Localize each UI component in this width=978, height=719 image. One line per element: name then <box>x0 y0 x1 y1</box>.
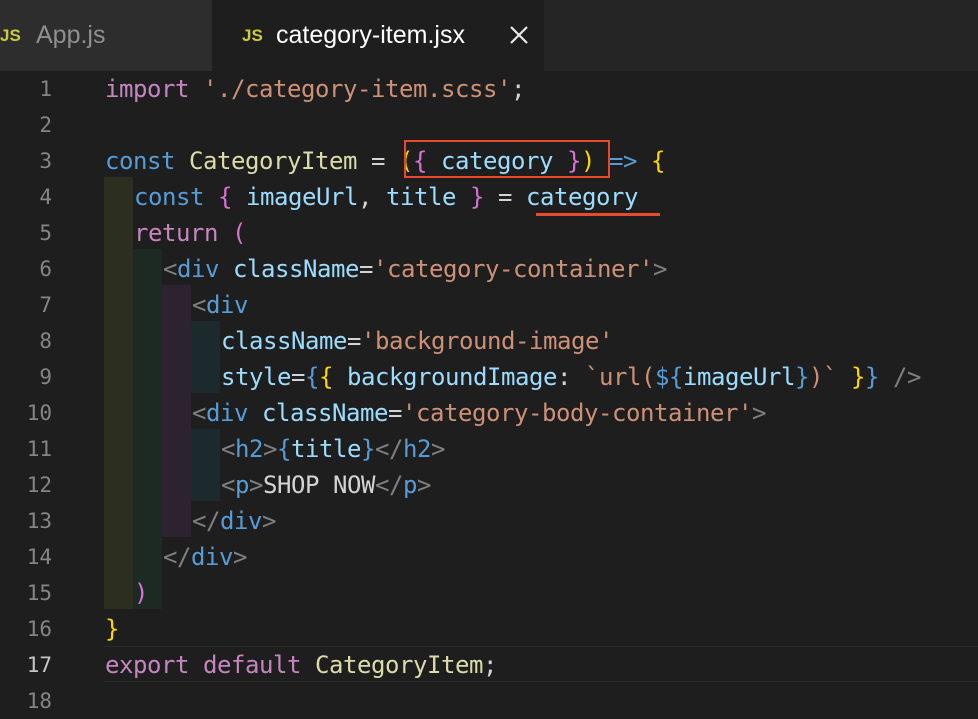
code-line[interactable]: 12 <p>SHOP NOW</p> <box>0 467 978 503</box>
code-line[interactable]: 5 return ( <box>0 215 978 251</box>
code-editor[interactable]: 1 import './category-item.scss'; 2 3 con… <box>0 71 978 713</box>
code-line[interactable]: 6 <div className='category-container'> <box>0 251 978 287</box>
line-number: 8 <box>39 329 52 353</box>
code-line[interactable]: 17 export default CategoryItem; <box>0 647 978 683</box>
code-text: <div className='category-body-container'… <box>192 399 766 427</box>
tab-label: category-item.jsx <box>276 21 465 49</box>
tab-label: App.js <box>36 21 106 49</box>
code-text: } <box>105 615 119 643</box>
line-number: 6 <box>39 257 52 281</box>
javascript-file-icon: JS <box>242 25 263 45</box>
line-number: 4 <box>39 185 52 209</box>
code-text: return ( <box>134 219 246 247</box>
line-number: 12 <box>26 473 52 497</box>
code-line[interactable]: 18 <box>0 683 978 719</box>
code-text: </div> <box>163 543 247 571</box>
code-line[interactable]: 16 } <box>0 611 978 647</box>
line-number: 15 <box>26 581 52 605</box>
code-line[interactable]: 10 <div className='category-body-contain… <box>0 395 978 431</box>
code-text: const { imageUrl, title } = category <box>134 183 638 211</box>
code-line[interactable]: 13 </div> <box>0 503 978 539</box>
code-line[interactable]: 1 import './category-item.scss'; <box>0 71 978 107</box>
code-text: import './category-item.scss'; <box>105 75 525 103</box>
tab-app-js[interactable]: JS App.js <box>0 0 212 71</box>
tab-bar: JS App.js JS category-item.jsx <box>0 0 978 71</box>
line-number: 11 <box>26 437 52 461</box>
code-line[interactable]: 4 const { imageUrl, title } = category <box>0 179 978 215</box>
code-text: <h2>{title}</h2> <box>221 435 445 463</box>
line-number: 1 <box>39 77 52 101</box>
code-line[interactable]: 14 </div> <box>0 539 978 575</box>
line-number: 13 <box>26 509 52 533</box>
code-line[interactable]: 15 ) <box>0 575 978 611</box>
tab-category-item-jsx[interactable]: JS category-item.jsx <box>212 0 544 71</box>
line-number: 2 <box>39 113 52 137</box>
code-line[interactable]: 8 className='background-image' <box>0 323 978 359</box>
line-number: 5 <box>39 221 52 245</box>
javascript-file-icon: JS <box>0 25 21 45</box>
line-number: 9 <box>39 365 52 389</box>
code-text: <p>SHOP NOW</p> <box>221 471 431 499</box>
code-line[interactable]: 7 <div <box>0 287 978 323</box>
code-line[interactable]: 9 style={{ backgroundImage: `url(${image… <box>0 359 978 395</box>
code-text: className='background-image' <box>221 327 613 355</box>
code-text: export default CategoryItem; <box>105 651 497 679</box>
line-number: 3 <box>39 149 52 173</box>
code-line[interactable]: 11 <h2>{title}</h2> <box>0 431 978 467</box>
highlight-box-annotation <box>404 140 610 178</box>
code-text: </div> <box>192 507 276 535</box>
line-number: 14 <box>26 545 52 569</box>
code-text: ) <box>134 579 148 607</box>
line-number: 16 <box>26 617 52 641</box>
line-number: 7 <box>39 293 52 317</box>
code-text: style={{ backgroundImage: `url(${imageUr… <box>221 363 921 391</box>
close-icon[interactable] <box>505 21 533 49</box>
code-line[interactable]: 2 <box>0 107 978 143</box>
line-number: 17 <box>26 653 52 677</box>
underline-annotation <box>536 213 660 216</box>
line-number: 10 <box>26 401 52 425</box>
code-text: <div <box>192 291 248 319</box>
line-number: 18 <box>26 689 52 713</box>
code-text: <div className='category-container'> <box>163 255 667 283</box>
